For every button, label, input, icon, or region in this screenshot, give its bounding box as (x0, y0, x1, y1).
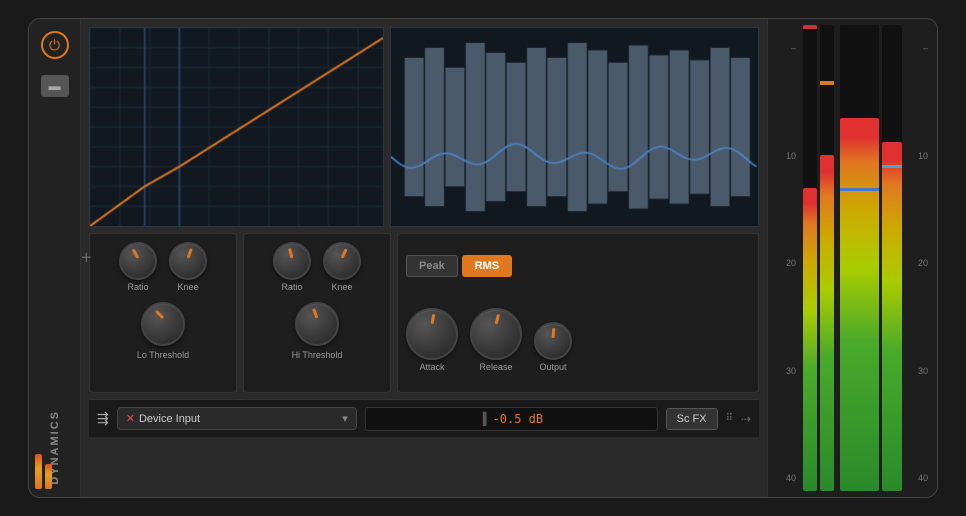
device-name-label: Device Input (139, 413, 342, 425)
folder-button[interactable]: ▬ (41, 75, 69, 97)
lo-knee-label: Knee (177, 282, 198, 292)
hi-section: Ratio Knee Hi Threshold (243, 233, 391, 393)
dynamics-section: Peak RMS Attack Release (397, 233, 759, 393)
hi-threshold-knob[interactable] (295, 302, 339, 346)
lo-ratio-knob[interactable] (119, 242, 157, 280)
scale-label-30: 30 (774, 366, 799, 376)
hi-threshold-group: Hi Threshold (292, 296, 343, 360)
waveform-display (390, 27, 759, 227)
sc-fx-button[interactable]: Sc FX (666, 408, 718, 430)
peak-rms-row: Peak RMS (406, 255, 750, 277)
lo-ratio-label: Ratio (127, 282, 148, 292)
lo-knob-row: Ratio Knee (119, 242, 207, 292)
dots-icon[interactable]: ⠿ (726, 413, 733, 424)
attack-label: Attack (419, 362, 444, 372)
power-button[interactable]: ⏻ (41, 31, 69, 59)
route-icon[interactable]: ⇢ (741, 412, 751, 426)
lo-threshold-group: Lo Threshold (137, 296, 189, 360)
main-content: Ratio Knee Lo Threshold Rat (81, 19, 767, 497)
plugin-container: ⏻ ▬ DYNAMICS (28, 18, 938, 498)
scale-label-top: – (774, 43, 799, 53)
release-label: Release (479, 362, 512, 372)
left-meter-scale: – 10 20 30 40 (774, 25, 799, 491)
mini-meter-2 (45, 464, 52, 489)
db-display: ▐ -0.5 dB (365, 407, 658, 431)
peak-button[interactable]: Peak (406, 255, 458, 277)
right-meter-scale: – 10 20 30 40 (906, 25, 931, 491)
meter-bar-4 (882, 25, 902, 491)
scale-label-10: 10 (774, 151, 799, 161)
meter-bar-2 (820, 25, 834, 491)
controls-row: Ratio Knee Lo Threshold Rat (89, 233, 759, 393)
attack-release-section: Attack Release Output (406, 308, 750, 372)
lo-ratio-group: Ratio (119, 242, 157, 292)
mini-meter-1 (35, 454, 42, 489)
hi-knee-knob[interactable] (323, 242, 361, 280)
rms-button[interactable]: RMS (462, 255, 512, 277)
output-knob[interactable] (534, 322, 572, 360)
attack-group: Attack (406, 308, 458, 372)
lo-knee-group: Knee (169, 242, 207, 292)
lo-threshold-knob[interactable] (141, 302, 185, 346)
right-meters: – 10 20 30 40 (767, 19, 937, 497)
lo-knee-knob[interactable] (169, 242, 207, 280)
folder-icon: ▬ (49, 79, 61, 93)
meter-bar-1 (803, 25, 817, 491)
lo-section: Ratio Knee Lo Threshold (89, 233, 237, 393)
hi-knee-label: Knee (331, 282, 352, 292)
right-scale-label-top: – (906, 43, 931, 53)
db-value: -0.5 dB (493, 412, 544, 426)
mini-meters (35, 439, 52, 489)
hi-ratio-label: Ratio (281, 282, 302, 292)
release-group: Release (470, 308, 522, 372)
scale-label-20: 20 (774, 258, 799, 268)
scale-label-40: 40 (774, 473, 799, 483)
meters-container: – 10 20 30 40 (774, 25, 931, 491)
transfer-function-display (89, 27, 384, 227)
hi-knob-row: Ratio Knee (273, 242, 361, 292)
right-scale-label-20: 20 (906, 258, 931, 268)
right-scale-label-10: 10 (906, 151, 931, 161)
add-left-button[interactable]: + (81, 248, 92, 269)
lo-threshold-label: Lo Threshold (137, 350, 189, 360)
left-sidebar: ⏻ ▬ DYNAMICS (29, 19, 81, 497)
hi-threshold-label: Hi Threshold (292, 350, 343, 360)
device-select[interactable]: ✕ Device Input ▾ (117, 407, 357, 430)
release-knob[interactable] (470, 308, 522, 360)
attack-knob[interactable] (406, 308, 458, 360)
top-row (89, 27, 759, 227)
hi-ratio-group: Ratio (273, 242, 311, 292)
db-bar-icon: ▐ (479, 412, 486, 426)
bottom-bar: ⇶ ✕ Device Input ▾ ▐ -0.5 dB Sc FX ⠿ ⇢ (89, 399, 759, 437)
output-group: Output (534, 322, 572, 372)
right-scale-label-40: 40 (906, 473, 931, 483)
meter-bar-3 (840, 25, 879, 491)
device-routing-icon[interactable]: ⇶ (97, 410, 109, 427)
meter-bars-group1 (801, 25, 836, 491)
hi-knee-group: Knee (323, 242, 361, 292)
device-close-icon[interactable]: ✕ (126, 412, 135, 425)
output-label: Output (539, 362, 566, 372)
dropdown-arrow-icon[interactable]: ▾ (342, 412, 348, 425)
power-icon: ⏻ (49, 37, 60, 54)
right-scale-label-30: 30 (906, 366, 931, 376)
meter-bars-group2 (838, 25, 904, 491)
hi-ratio-knob[interactable] (273, 242, 311, 280)
